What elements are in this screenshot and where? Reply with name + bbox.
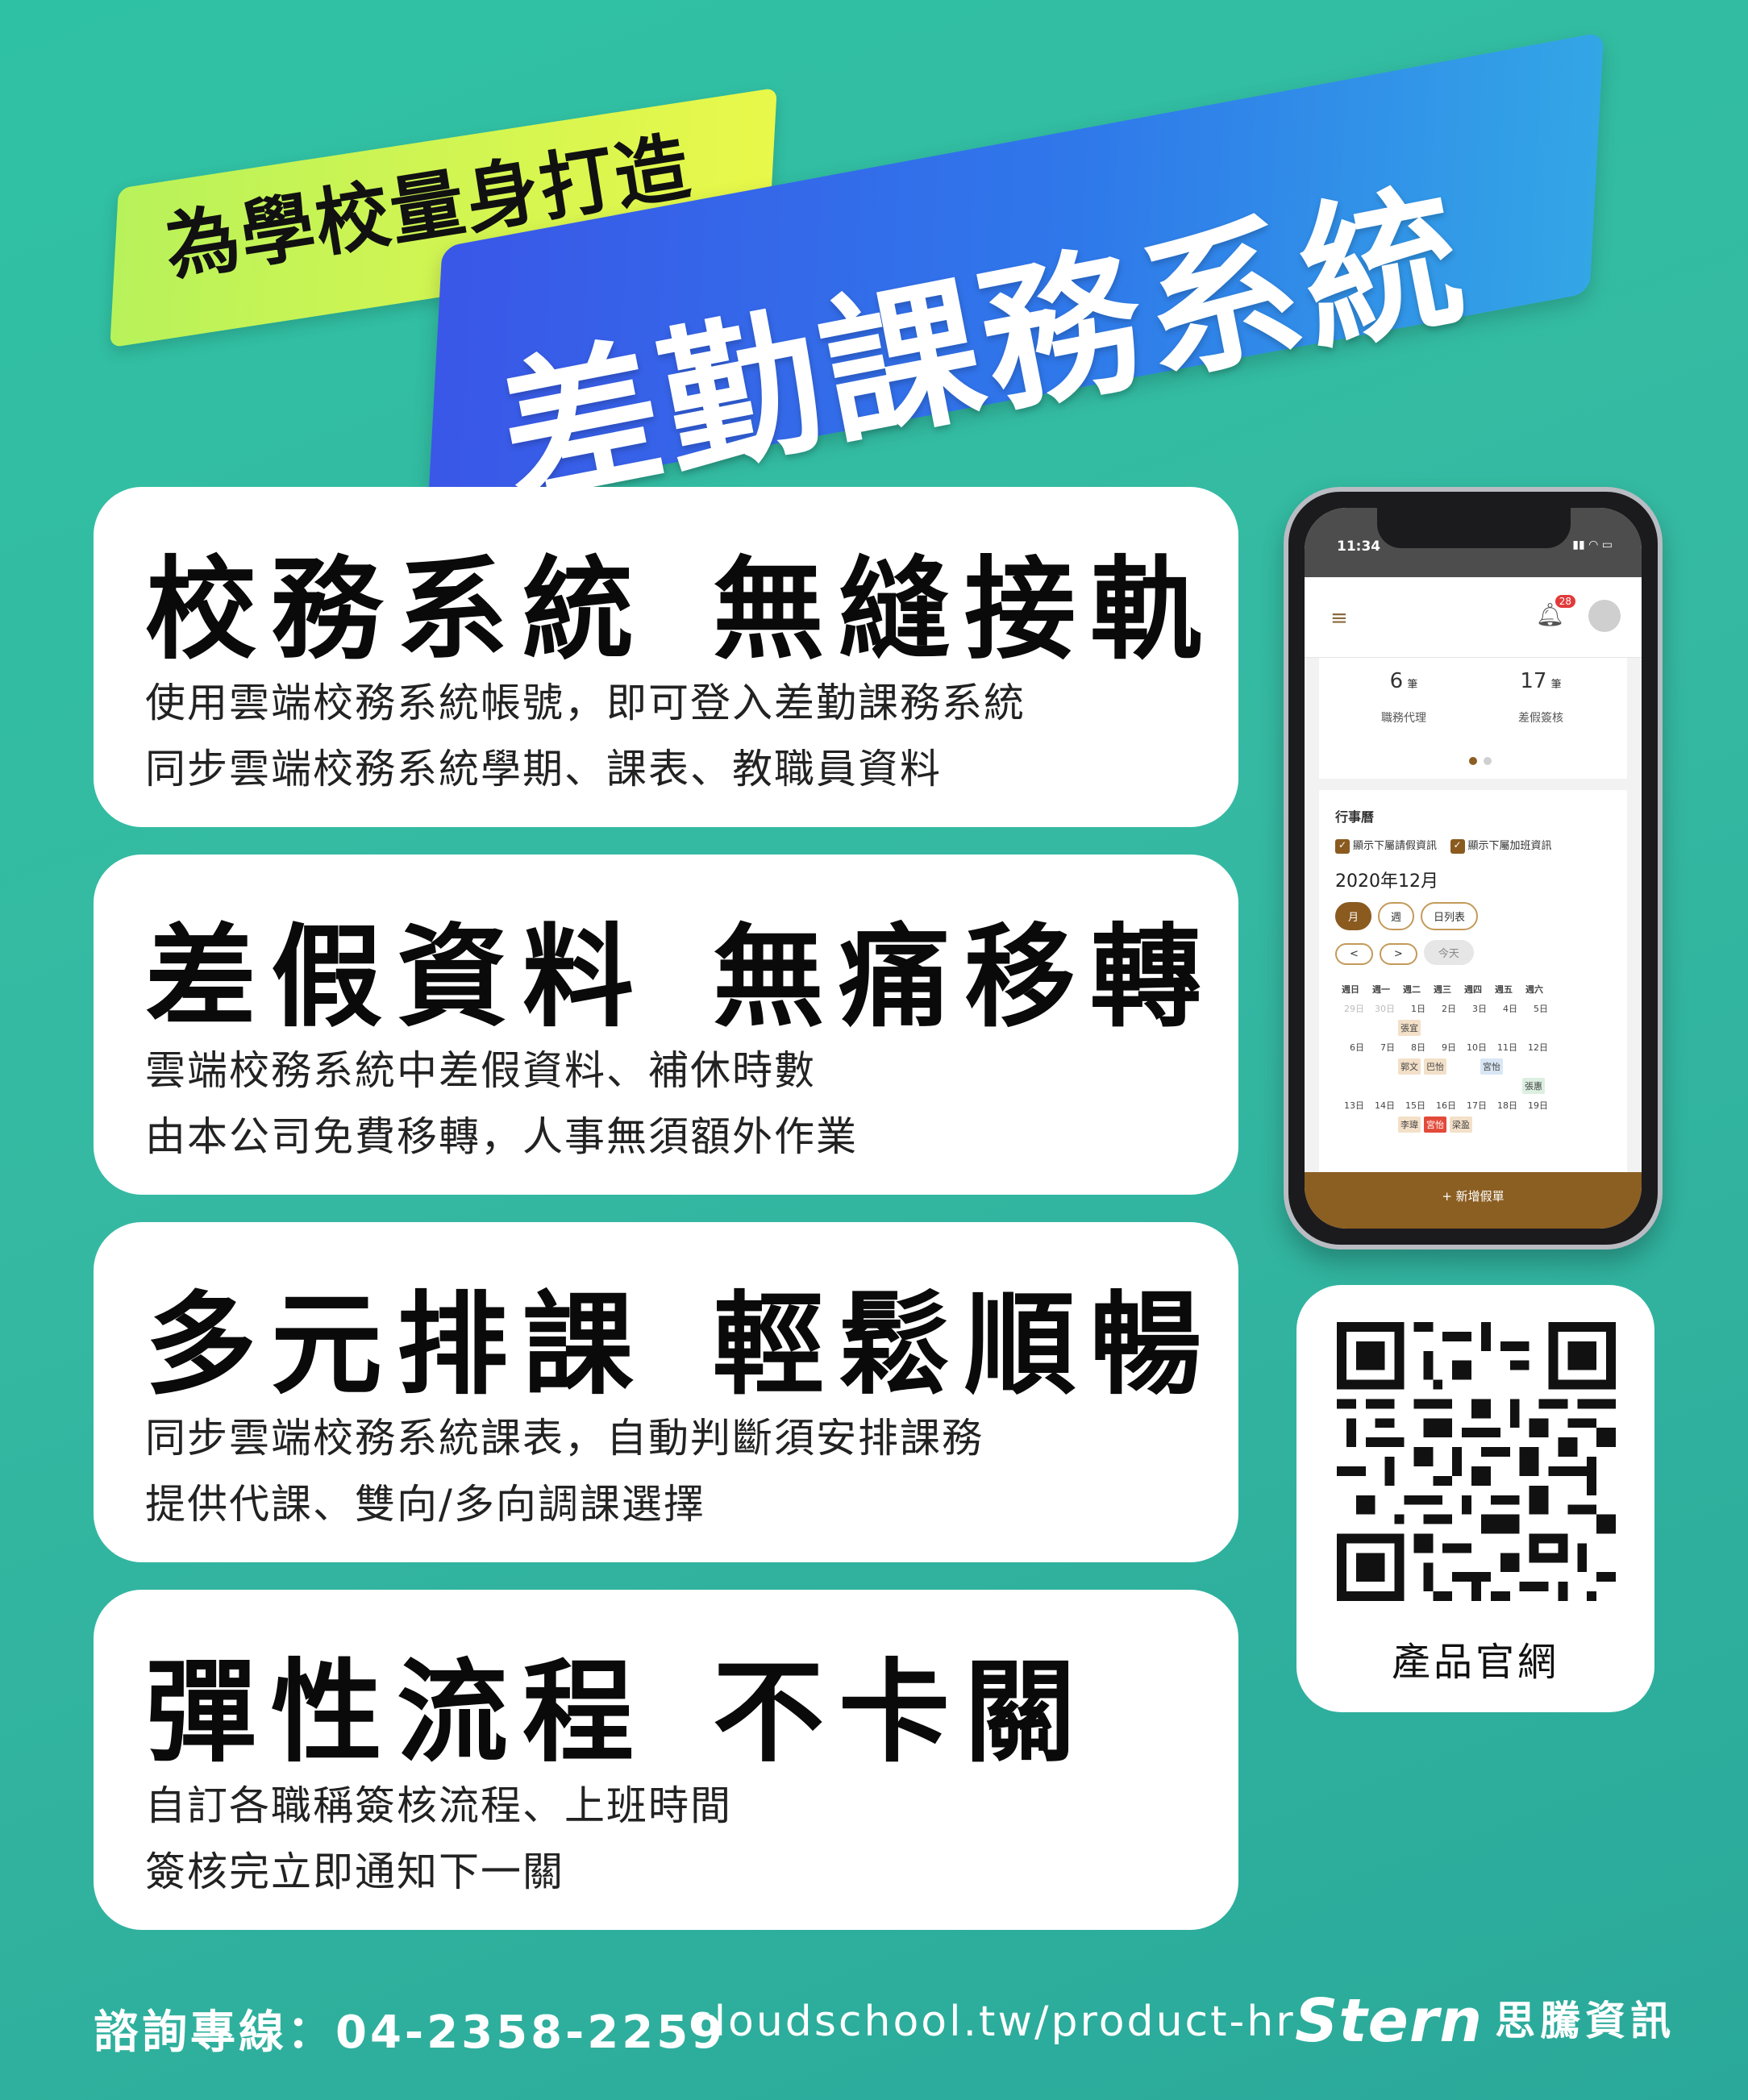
calendar-events: 張惠 [1521,1076,1611,1096]
prev-button[interactable]: < [1335,942,1373,965]
feature-card-migration: 差假資料 無痛移轉 雲端校務系統中差假資料、補休時數 由本公司免費移轉，人事無須額… [94,855,1238,1195]
calendar-event[interactable]: 宮怡 [1480,1058,1503,1075]
view-month-button[interactable]: 月 [1335,901,1372,930]
feature-line: 同步雲端校務系統課表，自動判斷須安排課務 [145,1415,984,1462]
calendar-month: 2020年12月 [1335,871,1438,892]
view-week-button[interactable]: 週 [1378,901,1415,930]
feature-line: 自訂各職稱簽核流程、上班時間 [145,1782,732,1829]
phone-screen: 11:34 ▮▮ ◠ ▭ ≡ 🔔︎ 28 6 筆 職務代理 17 筆 差假簽核 … [1305,508,1642,1229]
calendar-events: 李瑋 宮怡 梁盈 [1396,1115,1611,1134]
calendar-week: 13日 14日 15日 16日 17日 18日 19日 [1344,1100,1548,1111]
stat-approval[interactable]: 17 筆 差假簽核 [1480,669,1601,726]
calendar-event[interactable]: 張宜 [1398,1019,1421,1036]
notification-badge: 28 [1554,595,1575,608]
qr-label: 產品官網 [1391,1640,1559,1685]
feature-title: 差假資料 無痛移轉 [145,913,1217,1042]
calendar-title: 行事曆 [1335,809,1375,825]
weekday-header: 週日 週一 週二 週三 週四 週五 週六 [1342,983,1543,995]
hamburger-menu-icon[interactable]: ≡ [1330,606,1348,630]
status-bar: 11:34 ▮▮ ◠ ▭ [1305,508,1642,577]
qr-code[interactable] [1337,1322,1616,1601]
carousel-dots[interactable] [1469,753,1498,768]
brand-logo-mark: Stern [1295,1986,1484,2056]
next-button[interactable]: > [1379,942,1417,965]
calendar-filters: ✓ 顯示下屬請假資訊 ✓ 顯示下屬加班資訊 [1335,837,1611,854]
feature-line: 提供代課、雙向/多向調課選擇 [145,1481,705,1528]
feature-line: 使用雲端校務系統帳號，即可登入差勤課務系統 [145,680,1026,726]
calendar-event[interactable]: 張惠 [1522,1077,1545,1094]
summary-stats: 6 筆 職務代理 17 筆 差假簽核 [1319,658,1627,779]
today-button[interactable]: 今天 [1423,939,1474,965]
feature-card-workflow: 彈性流程 不卡關 自訂各職稱簽核流程、上班時間 簽核完立即通知下一關 [94,1590,1238,1930]
checkbox-checked-icon[interactable]: ✓ [1450,838,1465,854]
phone-mockup: 11:34 ▮▮ ◠ ▭ ≡ 🔔︎ 28 6 筆 職務代理 17 筆 差假簽核 … [1284,487,1663,1250]
calendar-grid: 週日 週一 週二 週三 週四 週五 週六 29日 30日 1日 2日 3日 4日 5日 張宜 6日 7日 8… [1335,979,1611,1134]
calendar-week: 6日 7日 8日 9日 10日 11日 12日 [1350,1042,1548,1053]
avatar[interactable] [1588,600,1621,632]
website-link[interactable]: cloudschool.tw/product-hr [689,1998,1296,2046]
calendar-panel: 行事曆 ✓ 顯示下屬請假資訊 ✓ 顯示下屬加班資訊 2020年12月 月週日列表 <… [1319,790,1627,1209]
feature-line: 簽核完立即通知下一關 [145,1848,564,1895]
calendar-event[interactable]: 巴怡 [1424,1058,1446,1075]
feature-title: 校務系統 無縫接軌 [145,545,1217,675]
status-time: 11:34 [1337,539,1381,555]
brand-name: 思騰資訊 [1495,1998,1676,2044]
calendar-events: 張宜 [1396,1018,1611,1038]
calendar-events: 郭文 巴怡 宮怡 [1396,1057,1611,1076]
calendar-nav: < > 今天 [1335,939,1611,965]
feature-line: 雲端校務系統中差假資料、補休時數 [145,1047,816,1094]
phone-notch [1377,508,1571,548]
stat-proxy[interactable]: 6 筆 職務代理 [1343,669,1464,726]
feature-title: 多元排課 輕鬆順暢 [145,1280,1217,1410]
feature-line: 由本公司免費移轉，人事無須額外作業 [145,1113,858,1160]
signal-wifi-battery-icon: ▮▮ ◠ ▭ [1572,539,1613,551]
calendar-week: 29日 30日 1日 2日 3日 4日 5日 [1344,1003,1548,1014]
qr-card: 產品官網 [1296,1285,1654,1712]
add-leave-button[interactable]: + 新增假單 [1305,1172,1642,1229]
calendar-event[interactable]: 梁盈 [1450,1116,1472,1133]
view-toggle: 月週日列表 [1335,901,1611,930]
feature-title: 彈性流程 不卡關 [145,1648,1091,1778]
feature-card-integration: 校務系統 無縫接軌 使用雲端校務系統帳號，即可登入差勤課務系統 同步雲端校務系統學… [94,487,1238,827]
brand-logo: Stern 思騰資訊 [1295,1986,1675,2056]
app-bar: ≡ 🔔︎ 28 [1305,577,1642,658]
checkbox-checked-icon[interactable]: ✓ [1335,838,1350,854]
calendar-event[interactable]: 李瑋 [1398,1116,1421,1133]
feature-card-scheduling: 多元排課 輕鬆順暢 同步雲端校務系統課表，自動判斷須安排課務 提供代課、雙向/多向… [94,1222,1238,1562]
contact-phone[interactable]: 諮詢專線：04-2358-2259 [94,1996,726,2061]
calendar-event[interactable]: 宮怡 [1424,1116,1446,1133]
calendar-event[interactable]: 郭文 [1398,1058,1421,1075]
view-list-button[interactable]: 日列表 [1421,901,1479,930]
feature-line: 同步雲端校務系統學期、課表、教職員資料 [145,746,942,792]
